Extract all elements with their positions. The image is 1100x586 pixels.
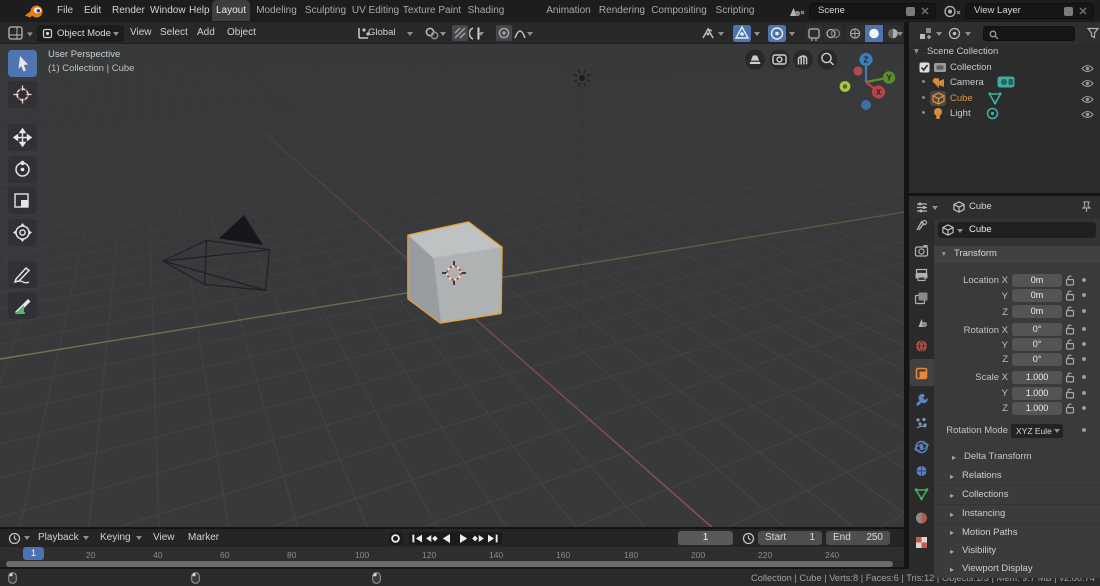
svg-text:(1) Collection | Cube: (1) Collection | Cube — [48, 63, 134, 74]
svg-text:Y: Y — [886, 74, 892, 83]
svg-text:X: X — [876, 88, 882, 97]
svg-text:Z: Z — [864, 56, 869, 65]
svg-text:User Perspective: User Perspective — [48, 49, 120, 60]
